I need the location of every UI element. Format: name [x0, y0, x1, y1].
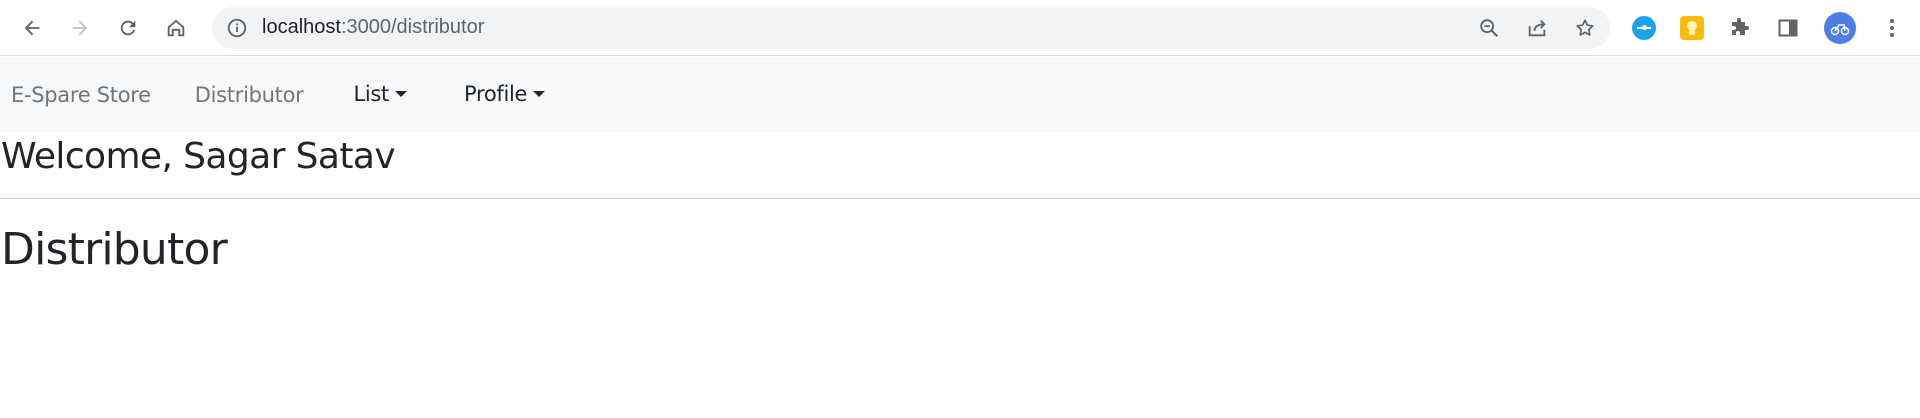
caret-down-icon: [394, 90, 407, 97]
profile-dropdown-label: Profile: [463, 81, 528, 106]
browser-toolbar: localhost:3000/distributor: [0, 0, 1920, 56]
divider: [0, 198, 1920, 199]
welcome-heading: Welcome, Sagar Satav: [1, 136, 396, 177]
list-dropdown-label: List: [353, 81, 389, 106]
reload-button[interactable]: [108, 8, 148, 48]
home-icon: [167, 19, 185, 36]
address-bar[interactable]: localhost:3000/distributor: [212, 6, 1610, 49]
home-button[interactable]: [156, 8, 196, 48]
arrow-left-icon: [24, 20, 40, 35]
site-navbar: E-Spare Store Distributor List Profile: [0, 57, 1920, 132]
profile-dropdown[interactable]: Profile: [463, 81, 546, 106]
caret-down-icon: [533, 90, 546, 97]
list-dropdown[interactable]: List: [353, 82, 407, 106]
page-title: Distributor: [1, 224, 228, 275]
avatar-icon[interactable]: [1824, 11, 1856, 44]
nav-link-distributor[interactable]: Distributor: [195, 83, 304, 107]
url-path: :3000/distributor: [340, 16, 485, 38]
url-text[interactable]: localhost:3000/distributor: [262, 16, 484, 39]
back-button[interactable]: [12, 8, 52, 48]
extensions-area: [1632, 11, 1904, 44]
puzzle-icon[interactable]: [1728, 16, 1752, 40]
star-icon[interactable]: [1574, 17, 1596, 39]
reload-icon: [120, 20, 136, 35]
forward-button[interactable]: [60, 8, 100, 48]
arrow-right-icon: [72, 20, 88, 35]
address-bar-actions: [1478, 7, 1596, 49]
zoom-out-icon[interactable]: [1478, 17, 1500, 39]
info-icon[interactable]: [226, 17, 248, 39]
share-icon[interactable]: [1526, 17, 1548, 39]
brand-link[interactable]: E-Spare Store: [11, 83, 151, 107]
yellow-extension-icon[interactable]: [1680, 15, 1704, 40]
side-panel-icon[interactable]: [1776, 16, 1800, 40]
url-host: localhost: [262, 16, 341, 38]
kebab-menu-icon[interactable]: [1880, 16, 1904, 40]
blue-extension-icon[interactable]: [1632, 15, 1656, 40]
